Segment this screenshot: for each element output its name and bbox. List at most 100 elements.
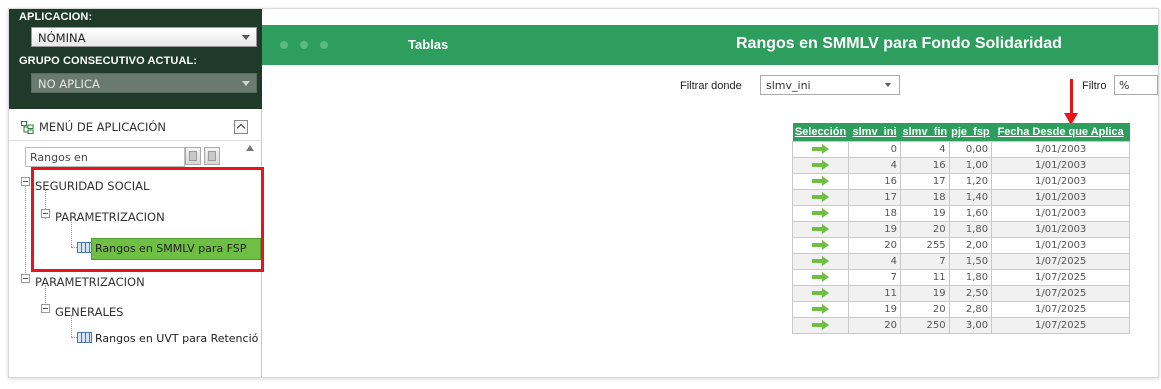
app-select[interactable]: NÓMINA: [31, 27, 257, 47]
arrow-right-icon: [811, 304, 830, 314]
cell-pje-fsp: 1,20: [948, 173, 993, 190]
table-row[interactable]: 4 7 1,50 1/07/2025: [792, 253, 1131, 270]
cell-pje-fsp: 2,80: [948, 301, 993, 318]
collapse-icon[interactable]: [21, 274, 30, 283]
select-row-button[interactable]: [792, 253, 849, 270]
table-row[interactable]: 17 18 1,40 1/01/2003: [792, 189, 1131, 206]
document-icon: [208, 151, 216, 161]
search-prev-button[interactable]: [185, 147, 201, 165]
data-table: Selección slmv_ini slmv_fin pje_fsp Fech…: [792, 123, 1131, 334]
filter-label: Filtrar donde: [680, 80, 742, 92]
sidebar: APLICACION: NÓMINA GRUPO CONSECUTIVO ACT…: [9, 9, 264, 377]
collapse-menu-button[interactable]: [234, 120, 248, 134]
search-next-button[interactable]: [204, 147, 220, 165]
collapse-icon[interactable]: [21, 177, 30, 186]
collapse-icon[interactable]: [41, 304, 50, 313]
cell-slmv-ini: 4: [848, 157, 901, 174]
filtro-input[interactable]: %: [1114, 75, 1158, 95]
cell-fecha: 1/07/2025: [991, 269, 1131, 286]
table-icon: [77, 332, 92, 343]
select-row-button[interactable]: [792, 237, 849, 254]
cell-pje-fsp: 2,50: [948, 285, 993, 302]
cell-slmv-fin: 250: [900, 317, 950, 334]
tree-menu-icon: [21, 121, 34, 134]
tree-node-parametrizacion-2[interactable]: PARAMETRIZACION: [35, 275, 145, 289]
window-dot-icon: [280, 41, 288, 49]
table-row[interactable]: 20 250 3,00 1/07/2025: [792, 317, 1131, 334]
select-row-button[interactable]: [792, 221, 849, 238]
arrow-right-icon: [811, 224, 830, 234]
table-row[interactable]: 18 19 1,60 1/01/2003: [792, 205, 1131, 222]
cell-slmv-fin: 20: [900, 301, 950, 318]
menu-header: MENÚ DE APLICACIÓN: [9, 113, 262, 141]
arrow-right-icon: [811, 272, 830, 282]
cell-fecha: 1/01/2003: [991, 141, 1131, 158]
column-header-slmv-fin[interactable]: slmv_fin: [900, 123, 950, 142]
cell-fecha: 1/01/2003: [991, 205, 1131, 222]
cell-slmv-ini: 11: [848, 285, 901, 302]
table-row[interactable]: 11 19 2,50 1/07/2025: [792, 285, 1131, 302]
arrow-right-icon: [811, 240, 830, 250]
cell-slmv-ini: 7: [848, 269, 901, 286]
table-row[interactable]: 0 4 0,00 1/01/2003: [792, 141, 1131, 158]
cell-pje-fsp: 1,80: [948, 221, 993, 238]
annotation-arrow-line: [1070, 79, 1073, 115]
table-row[interactable]: 19 20 1,80 1/01/2003: [792, 221, 1131, 238]
scroll-up-icon[interactable]: [246, 145, 254, 151]
app-label: APLICACION:: [19, 11, 93, 23]
cell-fecha: 1/07/2025: [991, 253, 1131, 270]
arrow-right-icon: [811, 208, 830, 218]
cell-fecha: 1/01/2003: [991, 221, 1131, 238]
chevron-down-icon: [242, 81, 250, 86]
table-row[interactable]: 19 20 2,80 1/07/2025: [792, 301, 1131, 318]
menu-search-input[interactable]: Rangos en: [25, 147, 185, 167]
cell-slmv-ini: 4: [848, 253, 901, 270]
tablas-title[interactable]: Tablas: [408, 37, 448, 52]
cell-slmv-fin: 4: [900, 141, 950, 158]
window-dot-icon: [320, 41, 328, 49]
cell-slmv-fin: 11: [900, 269, 950, 286]
select-row-button[interactable]: [792, 141, 849, 158]
select-row-button[interactable]: [792, 157, 849, 174]
select-row-button[interactable]: [792, 285, 849, 302]
arrow-right-icon: [811, 192, 830, 202]
app-select-value: NÓMINA: [38, 31, 86, 45]
menu-title: MENÚ DE APLICACIÓN: [39, 120, 167, 134]
select-row-button[interactable]: [792, 205, 849, 222]
cell-slmv-fin: 18: [900, 189, 950, 206]
cell-slmv-fin: 20: [900, 221, 950, 238]
column-header-pje-fsp[interactable]: pje_fsp: [949, 123, 992, 142]
cell-slmv-fin: 19: [900, 205, 950, 222]
cell-pje-fsp: 1,80: [948, 269, 993, 286]
select-row-button[interactable]: [792, 189, 849, 206]
cell-slmv-fin: 16: [900, 157, 950, 174]
tree-node-generales[interactable]: GENERALES: [55, 305, 123, 319]
column-header-slmv-ini[interactable]: slmv_ini: [848, 123, 901, 142]
group-select-value: NO APLICA: [38, 77, 100, 91]
table-row[interactable]: 20 255 2,00 1/01/2003: [792, 237, 1131, 254]
select-row-button[interactable]: [792, 317, 849, 334]
column-header-fecha[interactable]: Fecha Desde que Aplica: [991, 123, 1130, 142]
menu-search-value: Rangos en: [30, 151, 88, 164]
arrow-right-icon: [811, 176, 830, 186]
tree-leaf-rangos-uvt[interactable]: Rangos en UVT para Retención: [95, 332, 259, 345]
arrow-right-icon: [811, 288, 830, 298]
window-dot-icon: [300, 41, 308, 49]
chevron-down-icon: [885, 83, 891, 87]
filter-field-select[interactable]: slmv_ini: [760, 75, 900, 95]
arrow-right-icon: [811, 144, 830, 154]
group-select[interactable]: NO APLICA: [31, 73, 257, 93]
select-row-button[interactable]: [792, 173, 849, 190]
table-row[interactable]: 4 16 1,00 1/01/2003: [792, 157, 1131, 174]
table-row[interactable]: 7 11 1,80 1/07/2025: [792, 269, 1131, 286]
arrow-right-icon: [811, 160, 830, 170]
column-header-seleccion[interactable]: Selección: [792, 123, 849, 142]
table-row[interactable]: 16 17 1,20 1/01/2003: [792, 173, 1131, 190]
cell-fecha: 1/07/2025: [991, 285, 1131, 302]
select-row-button[interactable]: [792, 269, 849, 286]
filtro-value: %: [1119, 79, 1130, 92]
cell-slmv-ini: 16: [848, 173, 901, 190]
cell-slmv-ini: 18: [848, 205, 901, 222]
select-row-button[interactable]: [792, 301, 849, 318]
app-window: APLICACION: NÓMINA GRUPO CONSECUTIVO ACT…: [8, 8, 1159, 378]
